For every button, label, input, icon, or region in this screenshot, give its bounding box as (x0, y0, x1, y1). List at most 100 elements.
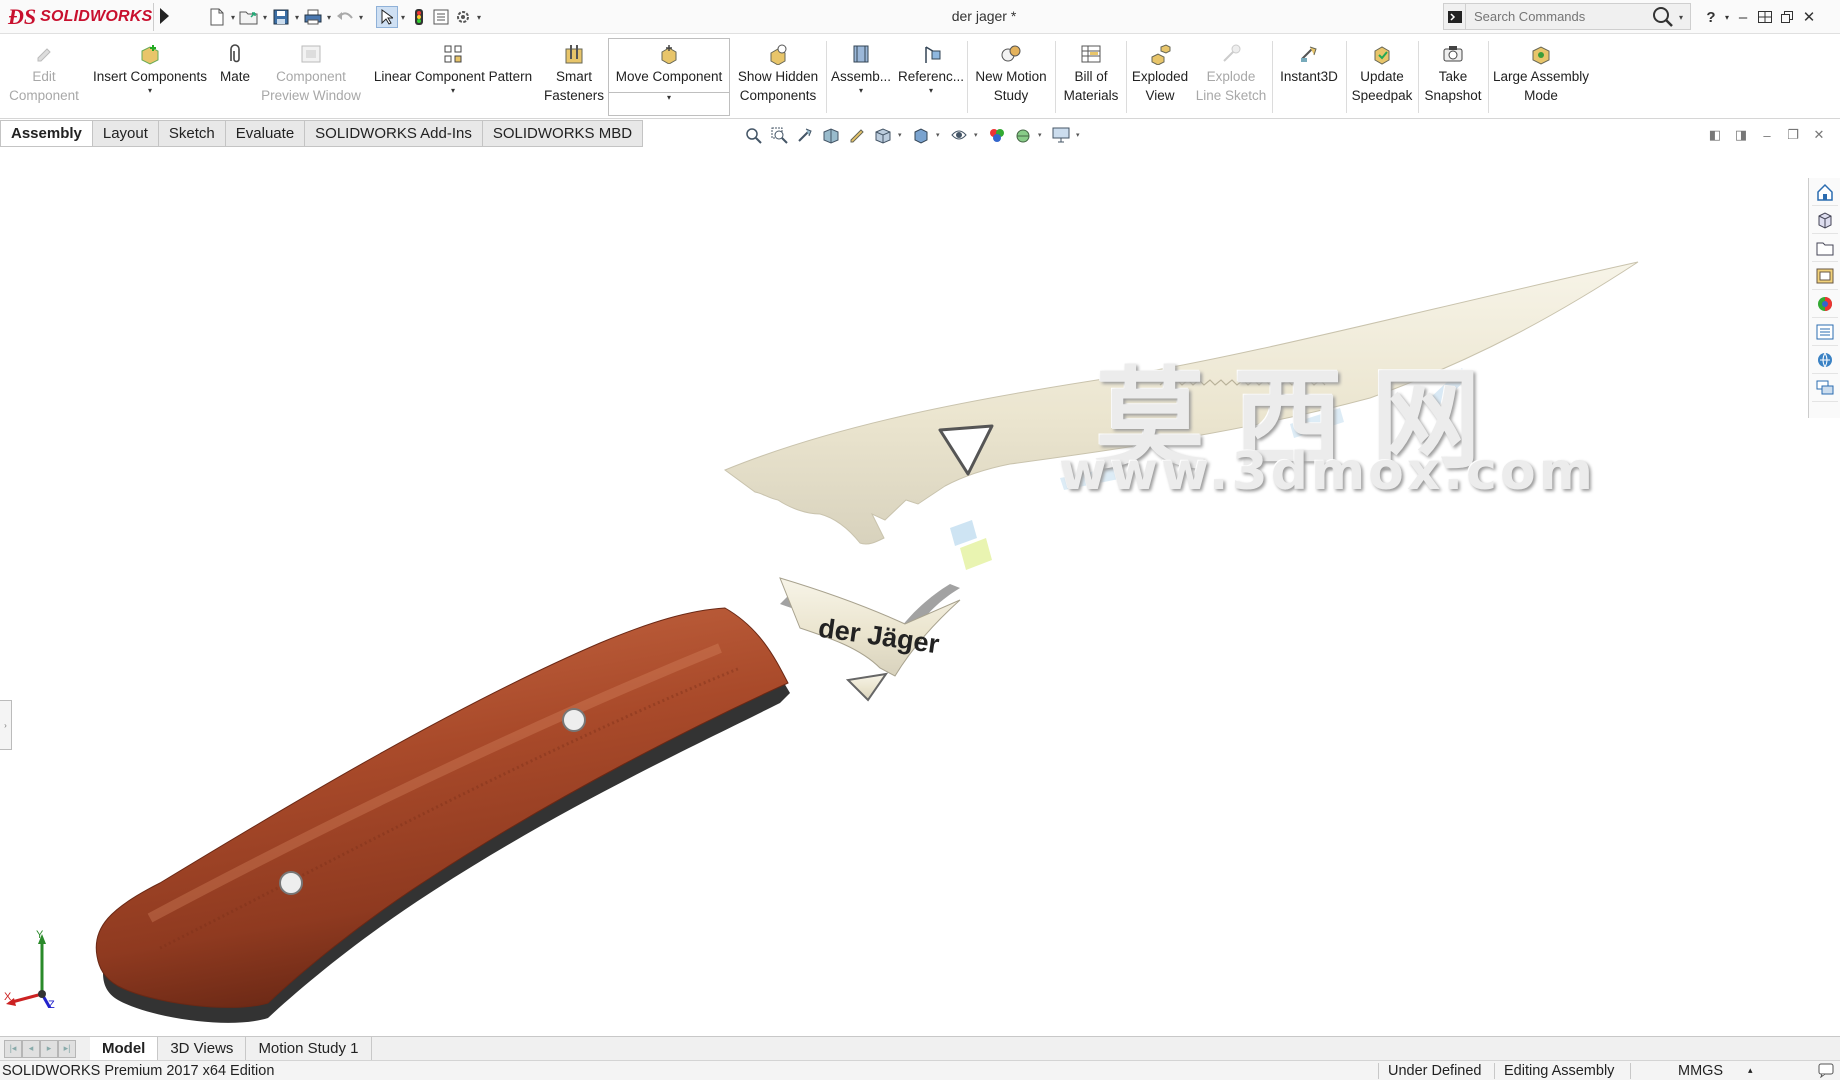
view-orientation-icon[interactable] (872, 125, 894, 145)
hide-show-dropdown-icon[interactable]: ▾ (974, 131, 982, 139)
viewport-restore-icon[interactable]: ❐ (1784, 127, 1802, 143)
tab-evaluate[interactable]: Evaluate (225, 120, 306, 147)
zoom-to-area-icon[interactable] (768, 125, 790, 145)
previous-view-icon[interactable] (794, 125, 816, 145)
tab-motion-study-1[interactable]: Motion Study 1 (246, 1036, 372, 1061)
edit-appearance-icon[interactable] (986, 125, 1008, 145)
print-dropdown-icon[interactable]: ▾ (324, 6, 334, 28)
graphics-area[interactable]: › der Jäger 莫西网 www.3dmox.com Y X Z (0, 148, 1808, 1036)
search-button[interactable]: ▾ (1650, 5, 1690, 29)
view-palette-icon[interactable] (1811, 262, 1838, 290)
reference-geometry-button[interactable]: Referenc... ▾ (896, 39, 966, 115)
design-library-icon[interactable] (1811, 206, 1838, 234)
move-component-dropdown-icon[interactable]: ▾ (609, 92, 729, 110)
appearances-scenes-icon[interactable] (1811, 290, 1838, 318)
undo-dropdown-icon[interactable]: ▾ (356, 6, 366, 28)
open-folder-icon[interactable] (238, 6, 260, 28)
open-dropdown-icon[interactable]: ▾ (260, 6, 270, 28)
apply-scene-dropdown-icon[interactable]: ▾ (1038, 131, 1046, 139)
reference-geometry-dropdown-icon[interactable]: ▾ (929, 86, 933, 96)
zoom-to-fit-icon[interactable] (742, 125, 764, 145)
options-dropdown-icon[interactable]: ▾ (474, 6, 484, 28)
tab-model[interactable]: Model (90, 1036, 159, 1061)
take-snapshot-button[interactable]: Take Snapshot (1420, 39, 1486, 115)
display-style-dropdown-icon[interactable]: ▾ (936, 131, 944, 139)
view-settings-dropdown-icon[interactable]: ▾ (1076, 131, 1084, 139)
show-hidden-components-button[interactable]: Show Hidden Components (732, 39, 824, 115)
file-explorer-icon[interactable] (1811, 234, 1838, 262)
first-tab-icon[interactable]: |◂ (4, 1039, 22, 1058)
tile-windows-icon[interactable] (1754, 6, 1776, 28)
assembly-features-dropdown-icon[interactable]: ▾ (859, 86, 863, 96)
help-icon[interactable]: ? (1700, 6, 1722, 28)
tab-solidworks-mbd[interactable]: SOLIDWORKS MBD (482, 120, 644, 147)
section-view-icon[interactable] (820, 125, 842, 145)
file-properties-icon[interactable] (430, 6, 452, 28)
knife-model[interactable]: der Jäger (0, 148, 1808, 1036)
quick-tips-icon[interactable] (1818, 1062, 1834, 1080)
next-tab-icon[interactable]: ▸ (40, 1039, 58, 1058)
explode-line-sketch-button[interactable]: Explode Line Sketch (1194, 39, 1268, 115)
search-dropdown-icon[interactable]: ▾ (1679, 13, 1683, 22)
mate-button[interactable]: Mate (214, 39, 256, 115)
update-speedpak-button[interactable]: Update Speedpak (1348, 39, 1416, 115)
knife-finger-guard[interactable] (845, 672, 889, 702)
component-preview-window-button[interactable]: Component Preview Window (258, 39, 364, 115)
new-dropdown-icon[interactable]: ▾ (228, 6, 238, 28)
minimize-icon[interactable]: – (1732, 6, 1754, 28)
knife-blade[interactable] (723, 261, 1639, 570)
unit-system-selector[interactable]: MMGS (1678, 1063, 1723, 1079)
new-motion-study-button[interactable]: New Motion Study (969, 39, 1053, 115)
viewport-minimize-icon[interactable]: – (1758, 127, 1776, 143)
hide-show-items-icon[interactable] (948, 125, 970, 145)
custom-properties-icon[interactable] (1811, 318, 1838, 346)
save-icon[interactable] (270, 6, 292, 28)
undo-icon[interactable] (334, 6, 356, 28)
large-assembly-mode-button[interactable]: Large Assembly Mode (1490, 39, 1592, 115)
insert-components-button[interactable]: Insert Components ▾ (86, 39, 214, 115)
tab-layout[interactable]: Layout (92, 120, 159, 147)
knife-handle[interactable] (95, 607, 790, 1023)
menu-expand-arrow-icon[interactable] (160, 8, 169, 24)
rebuild-traffic-light-icon[interactable] (408, 6, 430, 28)
print-icon[interactable] (302, 6, 324, 28)
previous-tab-icon[interactable]: ◂ (22, 1039, 40, 1058)
help-dropdown-icon[interactable]: ▾ (1722, 6, 1732, 28)
linear-pattern-dropdown-icon[interactable]: ▾ (451, 86, 455, 96)
search-commands-input[interactable] (1466, 4, 1641, 29)
solidworks-logo[interactable]: ƉS SOLIDWORKS (8, 3, 154, 31)
view-orientation-dropdown-icon[interactable]: ▾ (898, 131, 906, 139)
edit-component-button[interactable]: Edit Component (4, 39, 84, 115)
smart-fasteners-button[interactable]: Smart Fasteners (540, 39, 608, 115)
insert-components-dropdown-icon[interactable]: ▾ (148, 86, 152, 96)
last-tab-icon[interactable]: ▸| (58, 1039, 76, 1058)
save-dropdown-icon[interactable]: ▾ (292, 6, 302, 28)
solidworks-resources-home-icon[interactable] (1811, 178, 1838, 206)
tab-sketch[interactable]: Sketch (158, 120, 226, 147)
dynamic-annotation-icon[interactable] (846, 125, 868, 145)
unit-system-dropdown-icon[interactable]: ▴ (1748, 1065, 1753, 1076)
restore-icon[interactable] (1776, 6, 1798, 28)
solidworks-forum-icon[interactable] (1811, 346, 1838, 374)
exploded-view-button[interactable]: Exploded View (1128, 39, 1192, 115)
display-style-icon[interactable] (910, 125, 932, 145)
options-gear-icon[interactable] (452, 6, 474, 28)
tab-3d-views[interactable]: 3D Views (158, 1036, 247, 1061)
viewport-collapse-left-icon[interactable]: ◧ (1706, 127, 1724, 143)
community-chat-icon[interactable] (1811, 374, 1838, 402)
select-dropdown-icon[interactable]: ▾ (398, 6, 408, 28)
apply-scene-icon[interactable] (1012, 125, 1034, 145)
move-component-button[interactable]: Move Component ▾ (608, 38, 730, 116)
instant3d-button[interactable]: Instant3D (1274, 39, 1344, 115)
assembly-features-button[interactable]: Assemb... ▾ (828, 39, 894, 115)
viewport-collapse-right-icon[interactable]: ◨ (1732, 127, 1750, 143)
view-settings-monitor-icon[interactable] (1050, 125, 1072, 145)
new-document-icon[interactable] (206, 6, 228, 28)
bill-of-materials-button[interactable]: Bill of Materials (1057, 39, 1125, 115)
viewport-close-icon[interactable]: ✕ (1810, 127, 1828, 143)
linear-component-pattern-button[interactable]: Linear Component Pattern ▾ (368, 39, 538, 115)
tab-solidworks-add-ins[interactable]: SOLIDWORKS Add-Ins (305, 120, 483, 147)
select-arrow-icon[interactable] (376, 6, 398, 28)
tab-assembly[interactable]: Assembly (0, 120, 93, 147)
close-icon[interactable]: ✕ (1798, 6, 1820, 28)
